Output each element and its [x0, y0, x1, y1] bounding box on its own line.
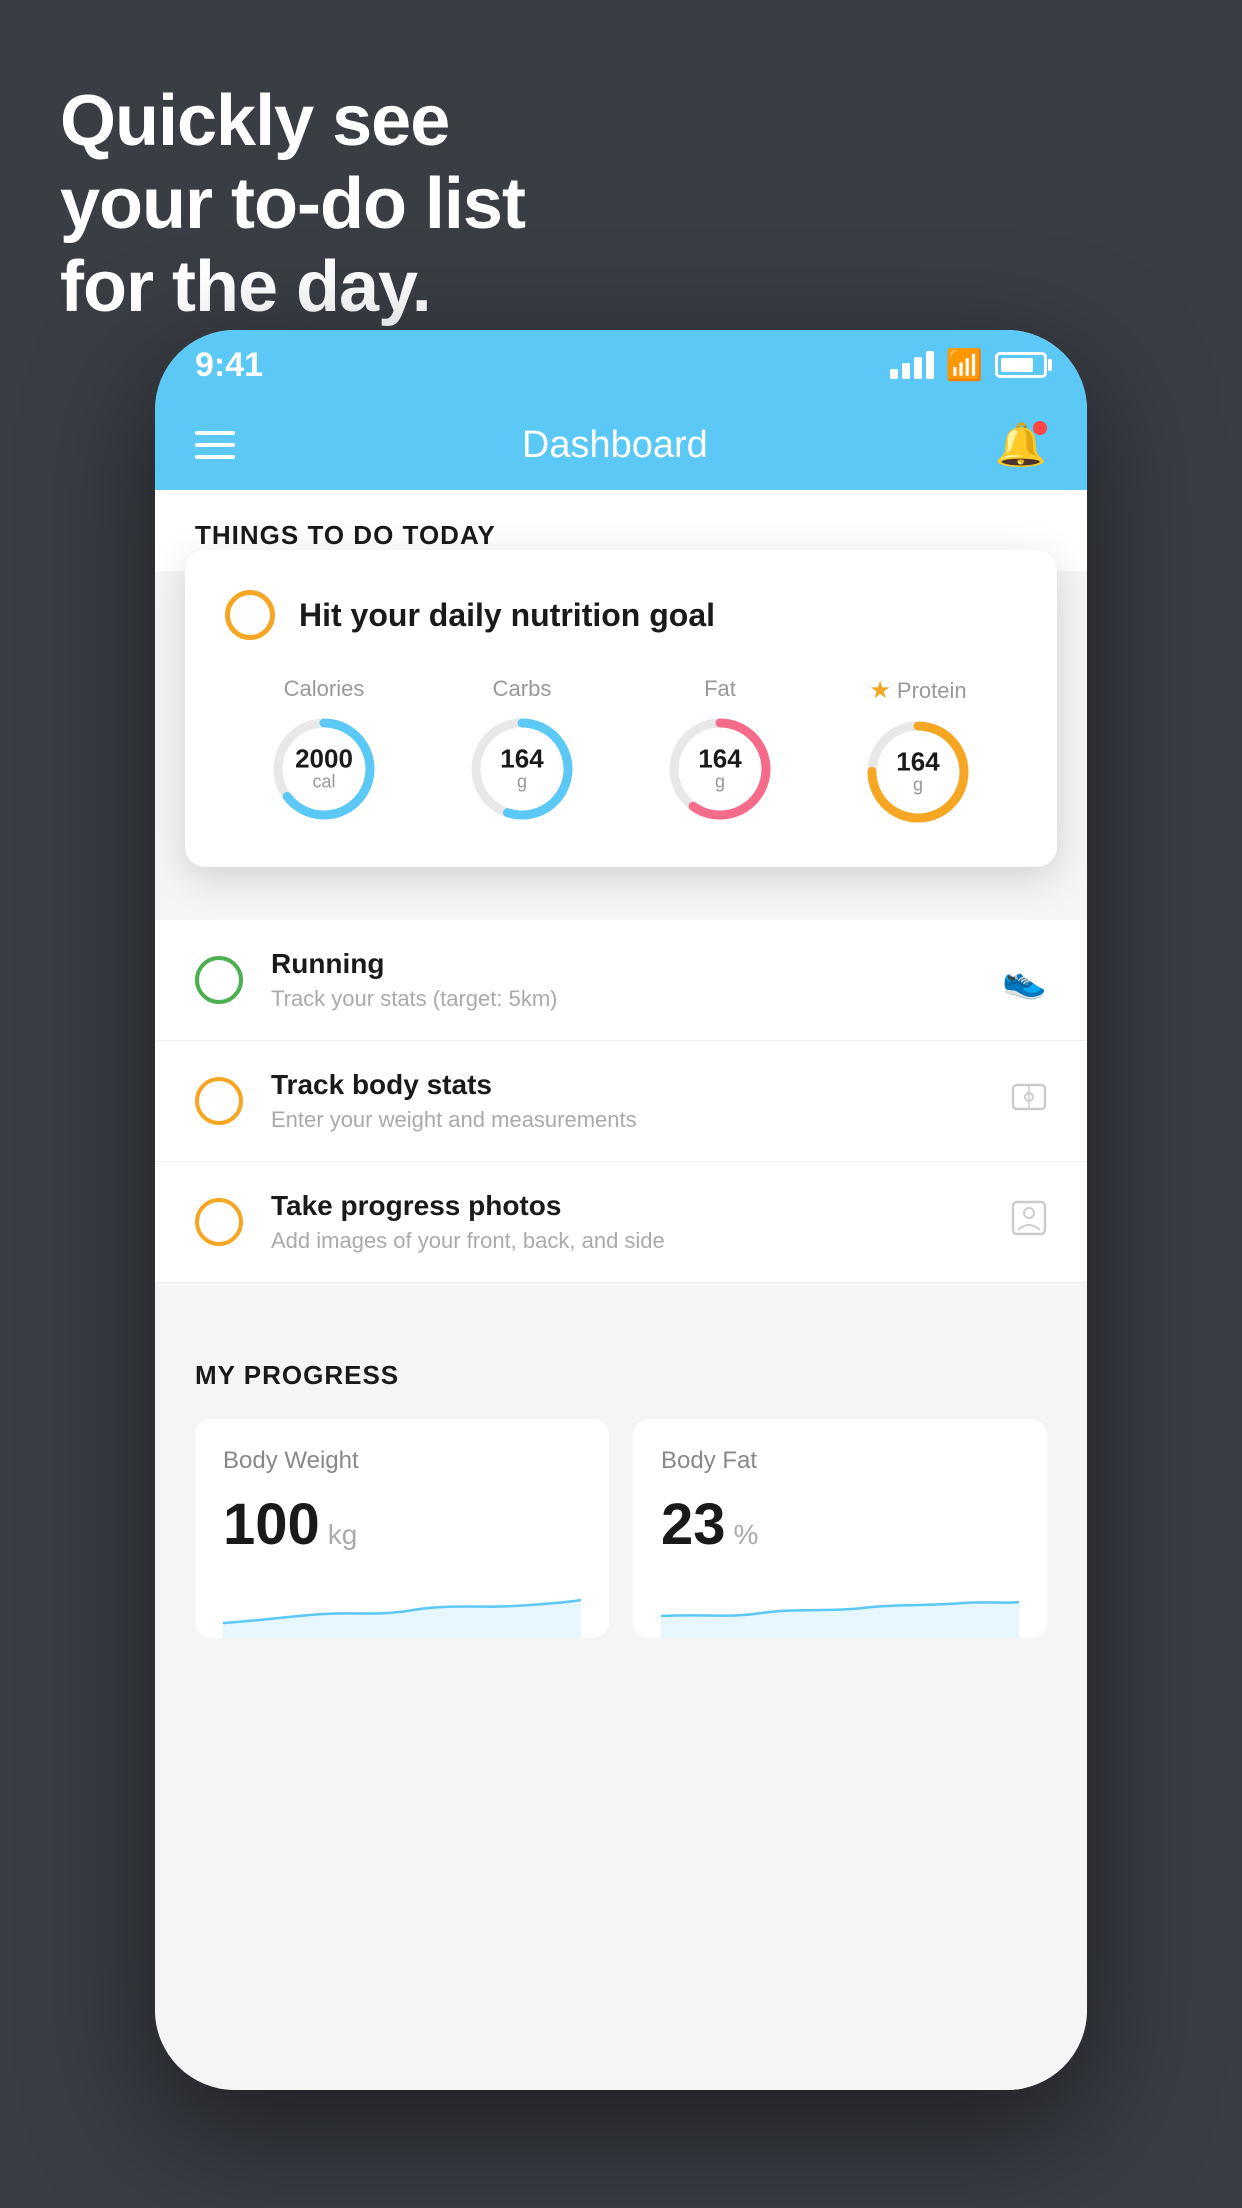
- nutrition-circles: Calories 2000 cal Carbs: [225, 676, 1017, 827]
- progress-photos-title: Take progress photos: [271, 1190, 983, 1222]
- nutrition-goal-row: Hit your daily nutrition goal: [225, 590, 1017, 640]
- body-weight-unit: kg: [328, 1519, 358, 1551]
- macro-value-protein: 164: [896, 749, 939, 775]
- donut-fat: 164 g: [665, 714, 775, 824]
- star-icon: ★: [869, 676, 891, 705]
- macro-unit-calories: cal: [295, 772, 353, 793]
- macro-calories: Calories 2000 cal: [269, 676, 379, 824]
- battery-icon: [995, 352, 1047, 378]
- phone-mockup: 9:41 📶 Dashboard 🔔: [155, 330, 1087, 2090]
- macro-label-protein-row: ★ Protein: [869, 676, 966, 705]
- progress-card-fat[interactable]: Body Fat 23 %: [633, 1419, 1047, 1638]
- running-subtitle: Track your stats (target: 5km): [271, 986, 974, 1012]
- body-weight-title: Body Weight: [223, 1447, 581, 1475]
- goal-circle-check[interactable]: [225, 590, 275, 640]
- body-weight-value: 100: [223, 1491, 320, 1558]
- bell-icon[interactable]: 🔔: [995, 421, 1047, 470]
- donut-calories: 2000 cal: [269, 714, 379, 824]
- running-text: Running Track your stats (target: 5km): [271, 948, 974, 1012]
- running-title: Running: [271, 948, 974, 980]
- app-content: THINGS TO DO TODAY Hit your daily nutrit…: [155, 490, 1087, 2090]
- running-circle: [195, 956, 243, 1004]
- list-item-body-stats[interactable]: Track body stats Enter your weight and m…: [155, 1041, 1087, 1162]
- macro-unit-fat: g: [698, 772, 741, 793]
- macro-value-calories: 2000: [295, 746, 353, 772]
- body-stats-title: Track body stats: [271, 1069, 983, 1101]
- header-title: Dashboard: [522, 424, 708, 467]
- macro-value-carbs: 164: [500, 746, 543, 772]
- nutrition-goal-title: Hit your daily nutrition goal: [299, 597, 715, 634]
- progress-photos-subtitle: Add images of your front, back, and side: [271, 1228, 983, 1254]
- status-bar: 9:41 📶: [155, 330, 1087, 400]
- progress-photos-text: Take progress photos Add images of your …: [271, 1190, 983, 1254]
- macro-unit-carbs: g: [500, 772, 543, 793]
- hamburger-icon: [195, 455, 235, 459]
- hamburger-icon: [195, 431, 235, 435]
- body-fat-chart: [661, 1578, 1019, 1638]
- progress-photos-circle: [195, 1198, 243, 1246]
- body-stats-text: Track body stats Enter your weight and m…: [271, 1069, 983, 1133]
- app-header: Dashboard 🔔: [155, 400, 1087, 490]
- donut-carbs: 164 g: [467, 714, 577, 824]
- macro-value-fat: 164: [698, 746, 741, 772]
- status-time: 9:41: [195, 346, 263, 385]
- body-weight-value-row: 100 kg: [223, 1491, 581, 1558]
- nutrition-card: Hit your daily nutrition goal Calories 2…: [185, 550, 1057, 867]
- list-item-running[interactable]: Running Track your stats (target: 5km) 👟: [155, 920, 1087, 1041]
- shoe-icon: 👟: [1002, 959, 1047, 1001]
- body-weight-chart: [223, 1578, 581, 1638]
- body-fat-value-row: 23 %: [661, 1491, 1019, 1558]
- body-stats-subtitle: Enter your weight and measurements: [271, 1107, 983, 1133]
- todo-list: Running Track your stats (target: 5km) 👟…: [155, 920, 1087, 1283]
- notification-dot: [1033, 421, 1047, 435]
- app-headline: Quickly see your to-do list for the day.: [60, 80, 525, 328]
- wifi-icon: 📶: [946, 348, 983, 383]
- signal-icon: [890, 351, 934, 379]
- list-item-progress-photos[interactable]: Take progress photos Add images of your …: [155, 1162, 1087, 1283]
- body-fat-title: Body Fat: [661, 1447, 1019, 1475]
- progress-section: MY PROGRESS Body Weight 100 kg: [155, 1320, 1087, 1638]
- menu-button[interactable]: [195, 431, 235, 459]
- progress-card-weight[interactable]: Body Weight 100 kg: [195, 1419, 609, 1638]
- scale-icon: [1011, 1079, 1047, 1124]
- macro-unit-protein: g: [896, 775, 939, 796]
- macro-label-protein: Protein: [897, 678, 967, 704]
- hamburger-icon: [195, 443, 235, 447]
- body-fat-value: 23: [661, 1491, 726, 1558]
- status-icons: 📶: [890, 348, 1047, 383]
- macro-label-carbs: Carbs: [493, 676, 552, 702]
- progress-cards: Body Weight 100 kg Body Fat: [195, 1419, 1047, 1638]
- macro-carbs: Carbs 164 g: [467, 676, 577, 824]
- progress-section-title: MY PROGRESS: [195, 1360, 1047, 1391]
- body-fat-unit: %: [734, 1519, 759, 1551]
- body-stats-circle: [195, 1077, 243, 1125]
- person-icon: [1011, 1200, 1047, 1245]
- macro-label-calories: Calories: [284, 676, 365, 702]
- donut-protein: 164 g: [863, 717, 973, 827]
- macro-fat: Fat 164 g: [665, 676, 775, 824]
- things-section-title: THINGS TO DO TODAY: [195, 520, 496, 550]
- macro-label-fat: Fat: [704, 676, 736, 702]
- macro-protein: ★ Protein 164 g: [863, 676, 973, 827]
